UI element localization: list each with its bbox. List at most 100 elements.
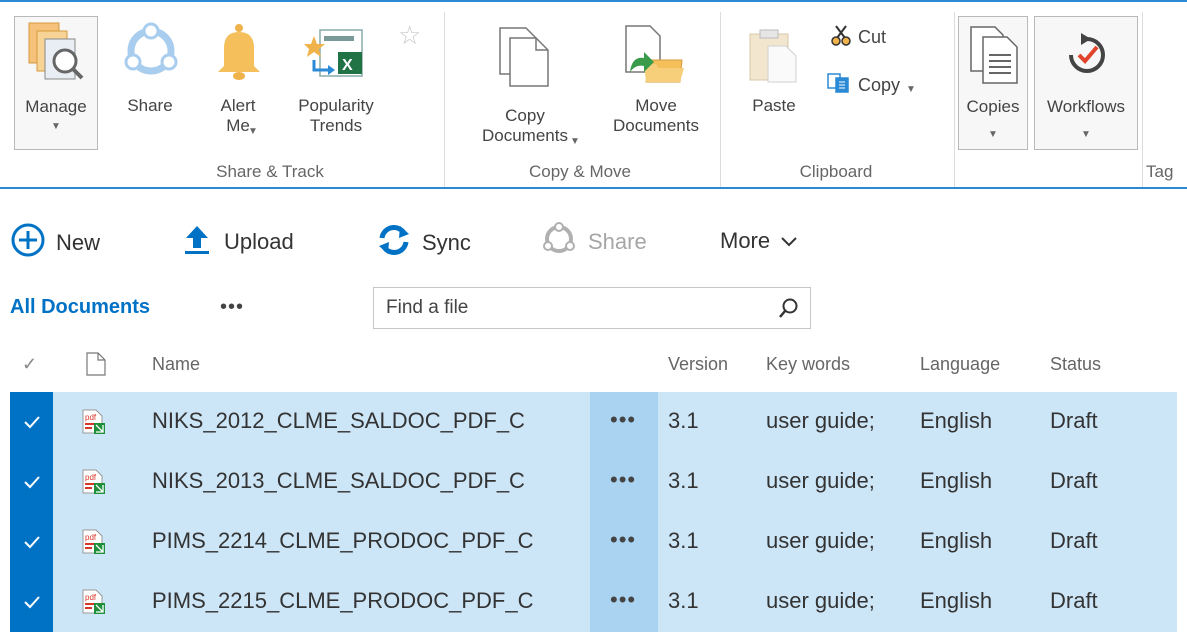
paste-label: Paste bbox=[752, 96, 796, 115]
copies-button[interactable]: Copies ▼ bbox=[958, 16, 1028, 150]
pdf-file-icon[interactable]: pdf bbox=[82, 469, 106, 500]
status-cell: Draft bbox=[1050, 528, 1098, 553]
checkmark-icon bbox=[24, 596, 40, 609]
share-icon bbox=[122, 22, 180, 85]
row-ellipsis-menu[interactable]: ••• bbox=[590, 572, 658, 632]
group-label-share-track: Share & Track bbox=[216, 162, 324, 181]
copy-button[interactable]: Copy ▼ bbox=[826, 72, 916, 99]
copy-label: Copy bbox=[858, 75, 901, 95]
plus-circle-icon bbox=[10, 222, 46, 264]
table-row[interactable]: pdf PIMS_2214_CLME_PRODOC_PDF_C ••• 3.1 user… bbox=[10, 512, 1177, 572]
group-label-tags: Tag bbox=[1146, 162, 1174, 181]
copies-icon bbox=[969, 25, 1019, 90]
paste-icon bbox=[746, 28, 800, 89]
more-label: More bbox=[720, 228, 771, 253]
alert-me-button[interactable]: Alert Me ▼ bbox=[202, 16, 274, 150]
row-checkbox[interactable] bbox=[10, 512, 53, 572]
workflows-button[interactable]: Workflows ▼ bbox=[1034, 16, 1138, 150]
language-cell: English bbox=[920, 528, 993, 553]
column-header-name[interactable]: Name bbox=[152, 354, 200, 375]
svg-text:pdf: pdf bbox=[85, 593, 97, 602]
pdf-file-icon[interactable]: pdf bbox=[82, 409, 106, 440]
chevron-down-icon: ▼ bbox=[248, 126, 258, 137]
table-row[interactable]: pdf NIKS_2012_CLME_SALDOC_PDF_C ••• 3.1 user… bbox=[10, 392, 1177, 452]
chevron-down-icon: ▼ bbox=[1081, 129, 1091, 140]
sync-icon bbox=[376, 222, 412, 264]
checkmark-icon bbox=[24, 536, 40, 549]
cut-button[interactable]: Cut bbox=[830, 24, 886, 51]
file-name-link[interactable]: NIKS_2012_CLME_SALDOC_PDF_C bbox=[152, 408, 525, 434]
table-row[interactable]: pdf NIKS_2013_CLME_SALDOC_PDF_C ••• 3.1 user… bbox=[10, 452, 1177, 512]
ellipsis-label: ••• bbox=[610, 587, 637, 612]
view-more-ellipsis[interactable]: ••• bbox=[220, 296, 244, 319]
row-ellipsis-menu[interactable]: ••• bbox=[590, 392, 658, 452]
manage-button[interactable]: Manage ▼ bbox=[14, 16, 98, 150]
version-cell: 3.1 bbox=[668, 468, 699, 493]
column-header-keywords[interactable]: Key words bbox=[766, 354, 850, 375]
group-separator bbox=[444, 12, 445, 188]
ellipsis-label: ••• bbox=[610, 407, 637, 432]
alert-me-label: Alert Me bbox=[220, 96, 256, 135]
status-cell: Draft bbox=[1050, 588, 1098, 613]
column-header-version[interactable]: Version bbox=[668, 354, 728, 375]
keywords-cell: user guide; bbox=[766, 408, 875, 433]
file-name-link[interactable]: NIKS_2013_CLME_SALDOC_PDF_C bbox=[152, 468, 525, 494]
select-all-checkbox[interactable]: ✓ bbox=[22, 354, 37, 375]
chevron-down-icon: ▼ bbox=[570, 136, 580, 147]
popularity-trends-icon: X bbox=[304, 26, 366, 85]
move-documents-icon bbox=[622, 24, 688, 91]
search-icon[interactable] bbox=[778, 297, 800, 324]
row-checkbox[interactable] bbox=[10, 392, 53, 452]
checkmark-icon bbox=[24, 416, 40, 429]
group-label-copy-move: Copy & Move bbox=[528, 162, 632, 181]
group-separator bbox=[1142, 12, 1143, 188]
upload-button[interactable]: Upload bbox=[180, 222, 294, 262]
column-header-language[interactable]: Language bbox=[920, 354, 1000, 375]
copy-icon bbox=[826, 72, 852, 99]
checkmark-icon bbox=[24, 476, 40, 489]
pdf-file-icon[interactable]: pdf bbox=[82, 529, 106, 560]
column-header-status[interactable]: Status bbox=[1050, 354, 1101, 375]
cut-label: Cut bbox=[858, 27, 887, 47]
language-cell: English bbox=[920, 468, 993, 493]
search-box[interactable] bbox=[373, 287, 811, 329]
more-button[interactable]: More bbox=[720, 228, 798, 254]
chevron-down-icon: ▼ bbox=[906, 84, 916, 95]
bell-icon bbox=[214, 22, 264, 87]
sync-button[interactable]: Sync bbox=[376, 222, 471, 264]
move-documents-label: Move Documents bbox=[613, 96, 699, 135]
popularity-trends-button[interactable]: X Popularity Trends bbox=[284, 16, 388, 150]
svg-text:X: X bbox=[342, 57, 353, 74]
status-cell: Draft bbox=[1050, 468, 1098, 493]
copy-documents-button[interactable]: Copy Documents ▼ bbox=[458, 16, 592, 150]
manage-label: Manage bbox=[25, 97, 87, 116]
pdf-file-icon[interactable]: pdf bbox=[82, 589, 106, 620]
search-input[interactable] bbox=[386, 296, 766, 320]
paste-button[interactable]: Paste bbox=[736, 16, 812, 150]
chevron-down-icon: ▼ bbox=[51, 121, 61, 132]
row-ellipsis-menu[interactable]: ••• bbox=[590, 512, 658, 572]
manage-permissions-icon bbox=[27, 21, 85, 88]
row-checkbox[interactable] bbox=[10, 452, 53, 512]
file-name-link[interactable]: PIMS_2215_CLME_PRODOC_PDF_C bbox=[152, 588, 533, 614]
keywords-cell: user guide; bbox=[766, 588, 875, 613]
language-cell: English bbox=[920, 408, 993, 433]
row-checkbox[interactable] bbox=[10, 572, 53, 632]
copies-label: Copies bbox=[966, 97, 1020, 116]
chevron-down-icon: ▼ bbox=[988, 129, 998, 140]
file-name-link[interactable]: PIMS_2214_CLME_PRODOC_PDF_C bbox=[152, 528, 533, 554]
ribbon-divider bbox=[0, 187, 1187, 189]
star-icon[interactable]: ☆ bbox=[398, 20, 421, 51]
view-all-documents[interactable]: All Documents bbox=[10, 296, 150, 319]
table-row[interactable]: pdf PIMS_2215_CLME_PRODOC_PDF_C ••• 3.1 user… bbox=[10, 572, 1177, 632]
move-documents-button[interactable]: Move Documents bbox=[598, 16, 714, 150]
version-cell: 3.1 bbox=[668, 408, 699, 433]
document-type-icon bbox=[86, 352, 106, 381]
new-button[interactable]: New bbox=[10, 222, 100, 264]
share-ribbon-button[interactable]: Share bbox=[114, 16, 186, 150]
keywords-cell: user guide; bbox=[766, 468, 875, 493]
upload-label: Upload bbox=[224, 229, 294, 254]
row-ellipsis-menu[interactable]: ••• bbox=[590, 452, 658, 512]
share-command-button[interactable]: Share bbox=[540, 222, 647, 262]
scissors-icon bbox=[830, 24, 852, 51]
